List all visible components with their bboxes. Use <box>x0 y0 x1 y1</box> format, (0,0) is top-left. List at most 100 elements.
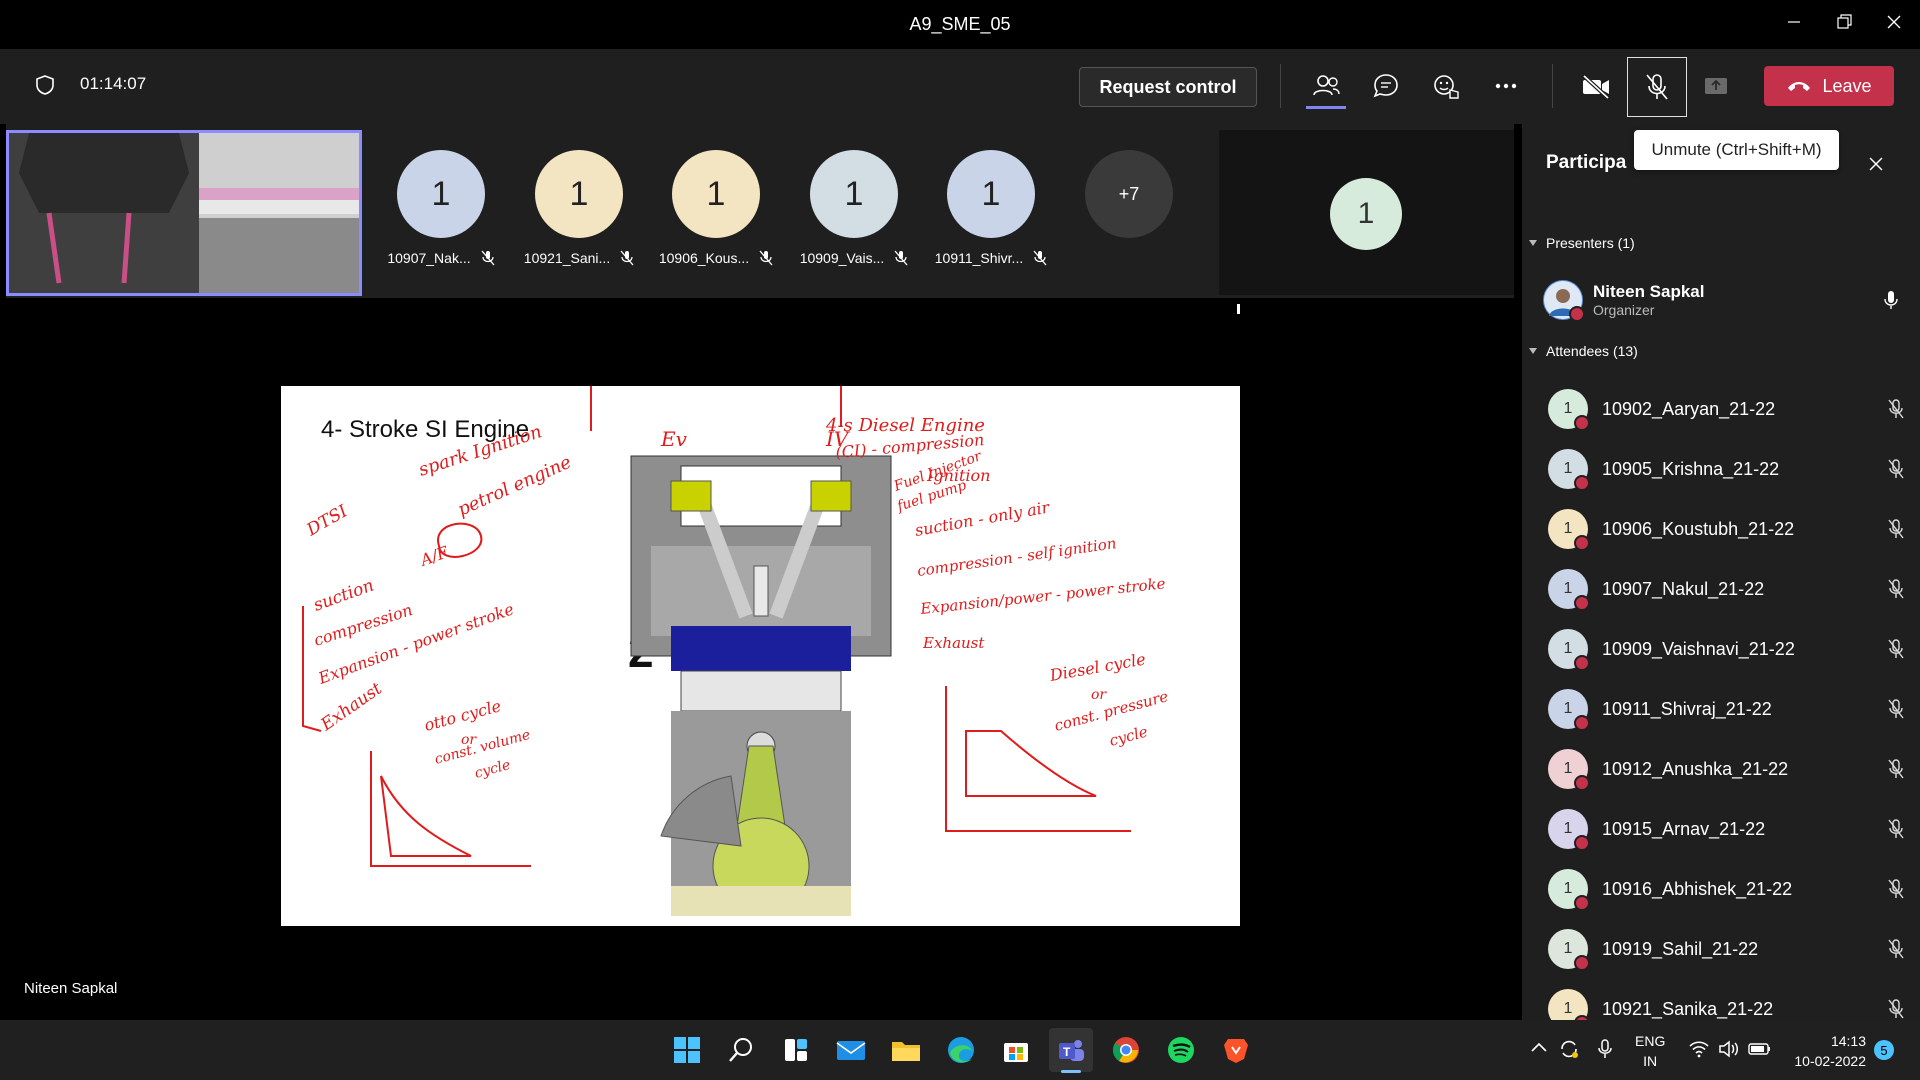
search-button[interactable] <box>719 1028 763 1072</box>
battery-icon[interactable] <box>1748 1042 1772 1061</box>
camera-toggle-button[interactable] <box>1572 64 1620 108</box>
mic-off-icon <box>1884 997 1908 1021</box>
attendee-name: 10911_Shivraj_21-22 <box>1602 698 1772 719</box>
share-tray-button[interactable] <box>1692 64 1740 108</box>
participant-tile[interactable]: 1 10907_Nak... <box>381 150 501 266</box>
attendee-avatar: 1 <box>1548 749 1590 791</box>
store-app[interactable] <box>994 1028 1038 1072</box>
participant-tile[interactable]: 1 10906_Kous... <box>656 150 776 266</box>
note-text: or <box>1091 687 1107 703</box>
status-dot <box>1569 306 1585 322</box>
attendee-avatar: 1 <box>1548 509 1590 551</box>
participants-button[interactable] <box>1302 64 1350 108</box>
request-control-button[interactable]: Request control <box>1079 67 1257 107</box>
attendee-name: 10912_Anushka_21-22 <box>1602 758 1789 779</box>
presenters-header-label: Presenters (1) <box>1546 235 1635 251</box>
shield-icon[interactable] <box>34 74 56 101</box>
spotify-app[interactable] <box>1159 1028 1203 1072</box>
attendee-initial: 1 <box>1563 940 1573 957</box>
close-button[interactable] <box>1864 0 1920 44</box>
participant-avatar: 1 <box>535 150 623 238</box>
close-panel-button[interactable] <box>1862 150 1890 178</box>
note-text: Exhaust <box>922 634 985 652</box>
start-button[interactable] <box>665 1028 709 1072</box>
participant-avatar: 1 <box>810 150 898 238</box>
mic-off-icon <box>894 250 908 266</box>
leave-button[interactable]: Leave <box>1764 66 1894 106</box>
windows-logo-icon <box>674 1037 700 1063</box>
chat-button[interactable] <box>1362 64 1410 108</box>
attendee-avatar: 1 <box>1548 929 1590 971</box>
attendee-row[interactable]: 1 10909_Vaishnavi_21-22 <box>1548 619 1908 679</box>
more-actions-button[interactable] <box>1482 64 1530 108</box>
attendee-avatar: 1 <box>1548 389 1590 431</box>
attendee-name: 10909_Vaishnavi_21-22 <box>1602 638 1795 659</box>
reactions-button[interactable] <box>1422 64 1470 108</box>
system-clock[interactable]: 14:13 10-02-2022 <box>1778 1031 1866 1071</box>
svg-text:T: T <box>1063 1045 1071 1059</box>
panel-title: Participa <box>1546 152 1627 173</box>
file-explorer-app[interactable] <box>884 1028 928 1072</box>
widgets-button[interactable] <box>774 1028 818 1072</box>
mic-off-icon <box>481 250 495 266</box>
attendee-row[interactable]: 1 10912_Anushka_21-22 <box>1548 739 1908 799</box>
attendee-row[interactable]: 1 10919_Sahil_21-22 <box>1548 919 1908 979</box>
attendees-section-header[interactable]: Attendees (13) <box>1528 343 1638 359</box>
status-dot <box>1574 655 1590 671</box>
close-icon <box>1869 157 1883 171</box>
sync-icon[interactable] <box>1558 1038 1580 1065</box>
folder-icon <box>892 1042 920 1061</box>
volume-icon[interactable] <box>1718 1040 1740 1063</box>
participant-name: 10907_Nak... <box>387 250 471 266</box>
mic-toggle-button[interactable] <box>1627 57 1687 117</box>
cursor-mark <box>1237 304 1240 314</box>
caret-down-icon <box>1529 240 1537 246</box>
active-app-indicator <box>1061 1070 1081 1073</box>
wifi-icon[interactable] <box>1688 1040 1710 1063</box>
self-video-preview[interactable] <box>6 130 362 296</box>
mic-off-icon <box>1884 757 1908 781</box>
mail-app[interactable] <box>829 1028 873 1072</box>
mic-off-icon <box>1884 457 1908 481</box>
attendee-row[interactable]: 1 10906_Koustubh_21-22 <box>1548 499 1908 559</box>
status-dot <box>1574 835 1590 851</box>
mic-off-icon <box>1884 697 1908 721</box>
attendee-avatar: 1 <box>1548 449 1590 491</box>
attendee-row[interactable]: 1 10902_Aaryan_21-22 <box>1548 379 1908 439</box>
participant-tile[interactable]: 1 10911_Shivr... <box>931 150 1051 266</box>
participant-tile[interactable]: 1 10909_Vais... <box>794 150 914 266</box>
chrome-app[interactable] <box>1104 1028 1148 1072</box>
teams-app[interactable]: T <box>1049 1028 1093 1072</box>
participant-avatar: 1 <box>1330 178 1402 250</box>
attendee-initial: 1 <box>1563 1000 1573 1017</box>
mic-off-icon <box>1884 397 1908 421</box>
mail-icon <box>836 1041 866 1060</box>
more-participants-button[interactable]: +7 <box>1085 150 1173 238</box>
attendees-header-label: Attendees (13) <box>1546 343 1638 359</box>
microphone-tray-icon[interactable] <box>1596 1038 1614 1065</box>
brave-app[interactable] <box>1214 1028 1258 1072</box>
show-hidden-icons-button[interactable] <box>1530 1040 1548 1059</box>
participants-active-indicator <box>1306 106 1346 109</box>
status-dot <box>1574 595 1590 611</box>
attendee-row[interactable]: 1 10915_Arnav_21-22 <box>1548 799 1908 859</box>
attendee-row[interactable]: 1 10905_Krishna_21-22 <box>1548 439 1908 499</box>
presenters-section-header[interactable]: Presenters (1) <box>1528 235 1635 251</box>
attendee-row[interactable]: 1 10911_Shivraj_21-22 <box>1548 679 1908 739</box>
attendee-row[interactable]: 1 10916_Abhishek_21-22 <box>1548 859 1908 919</box>
participant-tile-large[interactable]: 1 <box>1219 130 1514 295</box>
notification-badge[interactable]: 5 <box>1874 1040 1894 1060</box>
attendee-initial: 1 <box>1563 880 1573 897</box>
status-dot <box>1574 415 1590 431</box>
presenter-row[interactable]: Niteen Sapkal Organizer <box>1543 270 1903 330</box>
edge-app[interactable] <box>939 1028 983 1072</box>
note-text: DTSI <box>303 501 352 541</box>
status-dot <box>1574 715 1590 731</box>
brave-icon <box>1224 1039 1248 1063</box>
status-dot <box>1574 895 1590 911</box>
language-indicator[interactable]: ENG IN <box>1635 1031 1665 1071</box>
participant-tile[interactable]: 1 10921_Sani... <box>519 150 639 266</box>
mic-off-icon <box>1884 517 1908 541</box>
attendee-row[interactable]: 1 10907_Nakul_21-22 <box>1548 559 1908 619</box>
clock-date: 10-02-2022 <box>1794 1053 1866 1069</box>
